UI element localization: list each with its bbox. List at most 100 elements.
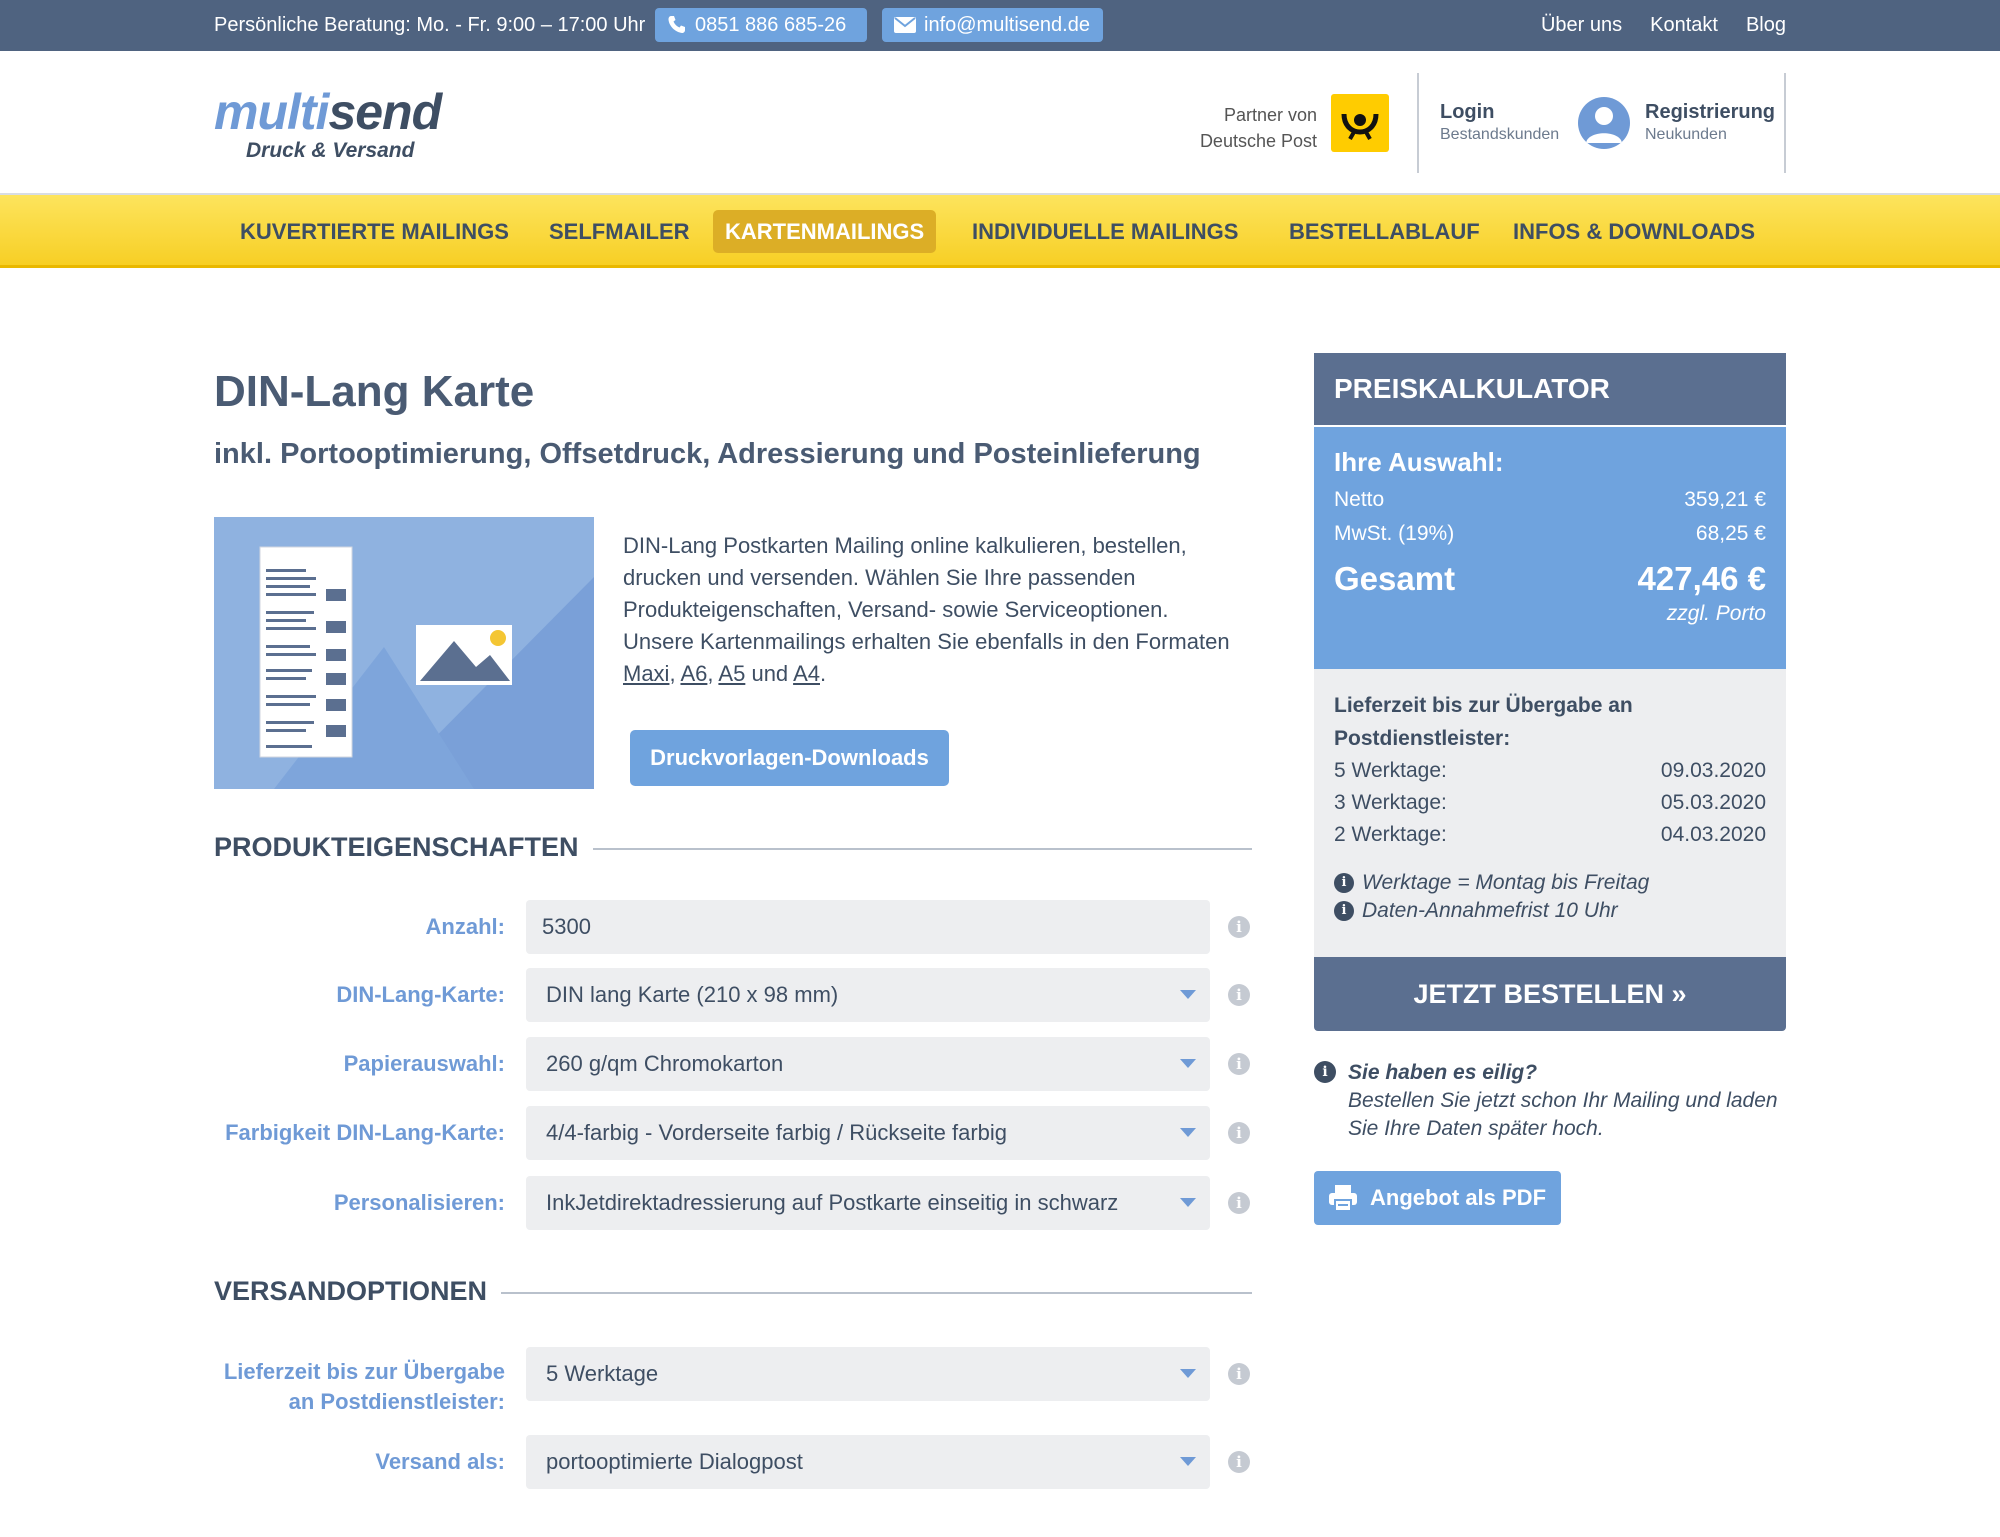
chevron-down-icon [1180,1198,1196,1207]
deutsche-post-logo [1331,94,1389,152]
top-links: Über uns Kontakt Blog [1541,14,1786,37]
site-logo[interactable]: multisend Druck & Versand [214,84,442,163]
workdays-note: i Werktage = Montag bis Freitag [1334,869,1766,897]
delivery-days: 2 Werktage: [1334,823,1447,846]
product-description: DIN-Lang Postkarten Mailing online kalku… [623,533,1230,686]
format-link-a5[interactable]: A5 [718,661,745,686]
chevron-down-icon [1180,1457,1196,1466]
delivery-row: 3 Werktage: 05.03.2020 [1334,787,1766,819]
shipping-type-value: portooptimierte Dialogpost [546,1449,803,1474]
workdays-note-text: Werktage = Montag bis Freitag [1362,871,1650,894]
label-delivery-time-line2: an Postdienstleister: [288,1389,505,1414]
register-link[interactable]: Registrierung Neukunden [1645,101,1775,144]
nav-kuvertierte-mailings[interactable]: KUVERTIERTE MAILINGS [228,210,521,253]
label-delivery-time: Lieferzeit bis zur Übergabe an Postdiens… [224,1357,505,1417]
login-subtitle: Bestandskunden [1440,126,1560,143]
net-row: Netto 359,21 € [1334,488,1766,512]
section-divider [592,848,1252,850]
delivery-title: Lieferzeit bis zur Übergabe an Postdiens… [1334,694,1633,750]
vat-label: MwSt. (19%) [1334,522,1455,545]
phone-button[interactable]: 0851 886 685-26 [655,8,867,42]
link-about[interactable]: Über uns [1541,14,1622,37]
selection-label: Ihre Auswahl: [1334,447,1504,477]
total-label: Gesamt [1334,560,1456,597]
info-icon[interactable]: i [1228,1363,1250,1385]
hurry-title: Sie haben es eilig? [1348,1061,1538,1084]
info-icon: i [1334,873,1354,893]
print-templates-download-button[interactable]: Druckvorlagen-Downloads [630,730,949,786]
email-button[interactable]: info@multisend.de [882,8,1103,42]
info-icon[interactable]: i [1228,1053,1250,1075]
link-blog[interactable]: Blog [1746,14,1786,37]
delivery-date: 04.03.2020 [1660,823,1766,846]
nav-kartenmailings[interactable]: KARTENMAILINGS [713,210,937,253]
delivery-date: 05.03.2020 [1660,791,1766,814]
total-row: Gesamt 427,46 € [1334,560,1766,598]
price-summary: Ihre Auswahl: Netto 359,21 € MwSt. (19%) 6… [1314,425,1786,669]
info-icon[interactable]: i [1228,1192,1250,1214]
vat-row: MwSt. (19%) 68,25 € [1334,522,1766,546]
info-icon[interactable]: i [1228,916,1250,938]
delivery-date: 09.03.2020 [1660,759,1766,782]
hurry-text: Bestellen Sie jetzt schon Ihr Mailing un… [1348,1089,1778,1140]
hurry-note: i Sie haben es eilig? Bestellen Sie jetz… [1314,1059,1794,1143]
email-address: info@multisend.de [924,13,1090,36]
color-select[interactable]: 4/4-farbig - Vorderseite farbig / Rückse… [526,1106,1210,1160]
phone-icon [668,16,685,33]
porto-note: zzgl. Porto [1666,602,1766,625]
quantity-value: 5300 [542,914,591,939]
vat-value: 68,25 € [1695,522,1766,545]
page-subtitle: inkl. Portooptimierung, Offsetdruck, Adr… [214,438,1201,470]
shipping-type-select[interactable]: portooptimierte Dialogpost [526,1435,1210,1489]
personalize-select[interactable]: InkJetdirektadressierung auf Postkarte e… [526,1176,1210,1230]
card-format-select[interactable]: DIN lang Karte (210 x 98 mm) [526,968,1210,1022]
top-bar: Persönliche Beratung: Mo. - Fr. 9:00 – 1… [0,0,2000,51]
order-now-button[interactable]: JETZT BESTELLEN » [1314,957,1786,1031]
partner-text: Partner von Deutsche Post [1190,102,1317,154]
format-link-a4[interactable]: A4 [793,661,820,686]
label-shipping-type: Versand als: [375,1449,505,1474]
logo-part-multi: multi [214,84,329,140]
description-text: DIN-Lang Postkarten Mailing online kalku… [623,533,1230,654]
quantity-input[interactable]: 5300 [526,900,1210,954]
info-icon[interactable]: i [1228,1451,1250,1473]
login-link[interactable]: Login Bestandskunden [1440,101,1559,144]
deadline-note: i Daten-Annahmefrist 10 Uhr [1334,897,1766,925]
delivery-row: 2 Werktage: 04.03.2020 [1334,819,1766,851]
section-heading: VERSANDOPTIONEN [214,1276,488,1306]
register-title: Registrierung [1645,101,1776,123]
partner-line1: Partner von [1223,105,1317,125]
format-link-maxi[interactable]: Maxi [623,661,669,686]
calculator-title: PREISKALKULATOR [1314,353,1786,425]
info-icon[interactable]: i [1228,984,1250,1006]
offer-pdf-button[interactable]: Angebot als PDF [1314,1171,1561,1225]
phone-number: 0851 886 685-26 [695,13,847,36]
chevron-down-icon [1180,1369,1196,1378]
main-nav: KUVERTIERTE MAILINGS SELFMAILER KARTENMA… [0,195,2000,268]
nav-infos-downloads[interactable]: INFOS & DOWNLOADS [1501,210,1767,253]
nav-bestellablauf[interactable]: BESTELLABLAUF [1277,210,1492,253]
info-icon[interactable]: i [1228,1122,1250,1144]
link-contact[interactable]: Kontakt [1650,14,1718,37]
price-calculator: PREISKALKULATOR Ihre Auswahl: Netto 359,2… [1314,353,1786,1031]
paper-select[interactable]: 260 g/qm Chromokarton [526,1037,1210,1091]
label-paper: Papierauswahl: [343,1051,505,1076]
label-card-format: DIN-Lang-Karte: [336,982,505,1007]
login-title: Login [1440,101,1495,123]
nav-selfmailer[interactable]: SELFMAILER [537,210,702,253]
info-icon: i [1314,1061,1336,1083]
section-shipping-options: VERSANDOPTIONEN [214,1276,1252,1307]
format-link-a6[interactable]: A6 [680,661,707,686]
posthorn-icon [1341,113,1379,140]
user-avatar-icon[interactable] [1578,97,1630,149]
net-label: Netto [1334,488,1385,511]
personalize-value: InkJetdirektadressierung auf Postkarte e… [546,1190,1119,1215]
delivery-row: 5 Werktage: 09.03.2020 [1334,755,1766,787]
header-divider-right [1784,73,1786,173]
delivery-time-select[interactable]: 5 Werktage [526,1347,1210,1401]
delivery-days: 5 Werktage: [1334,759,1447,782]
partner-line2: Deutsche Post [1199,131,1317,151]
delivery-info: Lieferzeit bis zur Übergabe an Postdiens… [1314,669,1786,957]
nav-individuelle-mailings[interactable]: INDIVIDUELLE MAILINGS [960,210,1250,253]
section-product-properties: PRODUKTEIGENSCHAFTEN [214,832,1252,863]
